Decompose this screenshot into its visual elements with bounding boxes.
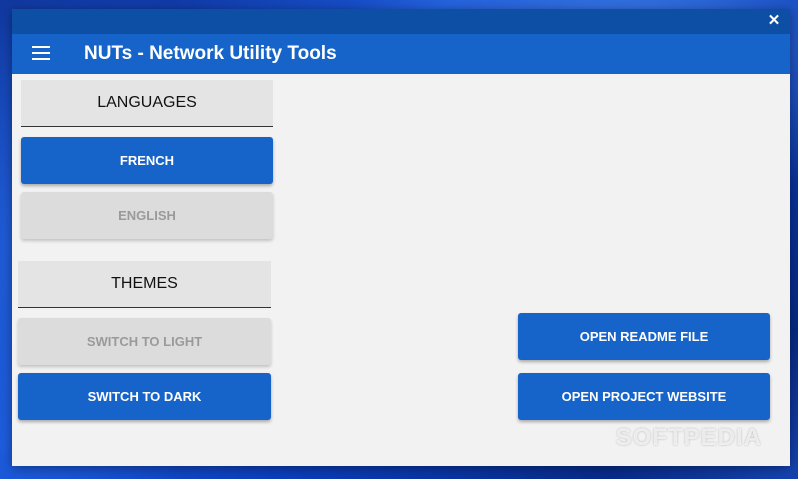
- english-button[interactable]: ENGLISH: [21, 192, 273, 239]
- open-project-website-button[interactable]: OPEN PROJECT WEBSITE: [518, 373, 770, 420]
- switch-to-dark-button[interactable]: SWITCH TO DARK: [18, 373, 271, 420]
- close-icon[interactable]: ✕: [764, 11, 784, 31]
- app-title: NUTs - Network Utility Tools: [84, 43, 337, 64]
- watermark-text: SOFTPEDIA: [615, 424, 762, 451]
- french-button[interactable]: FRENCH: [21, 137, 273, 184]
- hamburger-menu-icon[interactable]: [32, 46, 52, 62]
- open-readme-button[interactable]: OPEN README FILE: [518, 313, 770, 360]
- switch-to-light-button[interactable]: SWITCH TO LIGHT: [18, 318, 271, 365]
- app-window: ✕ NUTs - Network Utility Tools LANGUAGES…: [12, 9, 790, 466]
- window-title-strip: ✕: [12, 9, 790, 34]
- app-bar: NUTs - Network Utility Tools: [12, 34, 790, 74]
- languages-header: LANGUAGES: [21, 80, 273, 127]
- themes-header: THEMES: [18, 261, 271, 308]
